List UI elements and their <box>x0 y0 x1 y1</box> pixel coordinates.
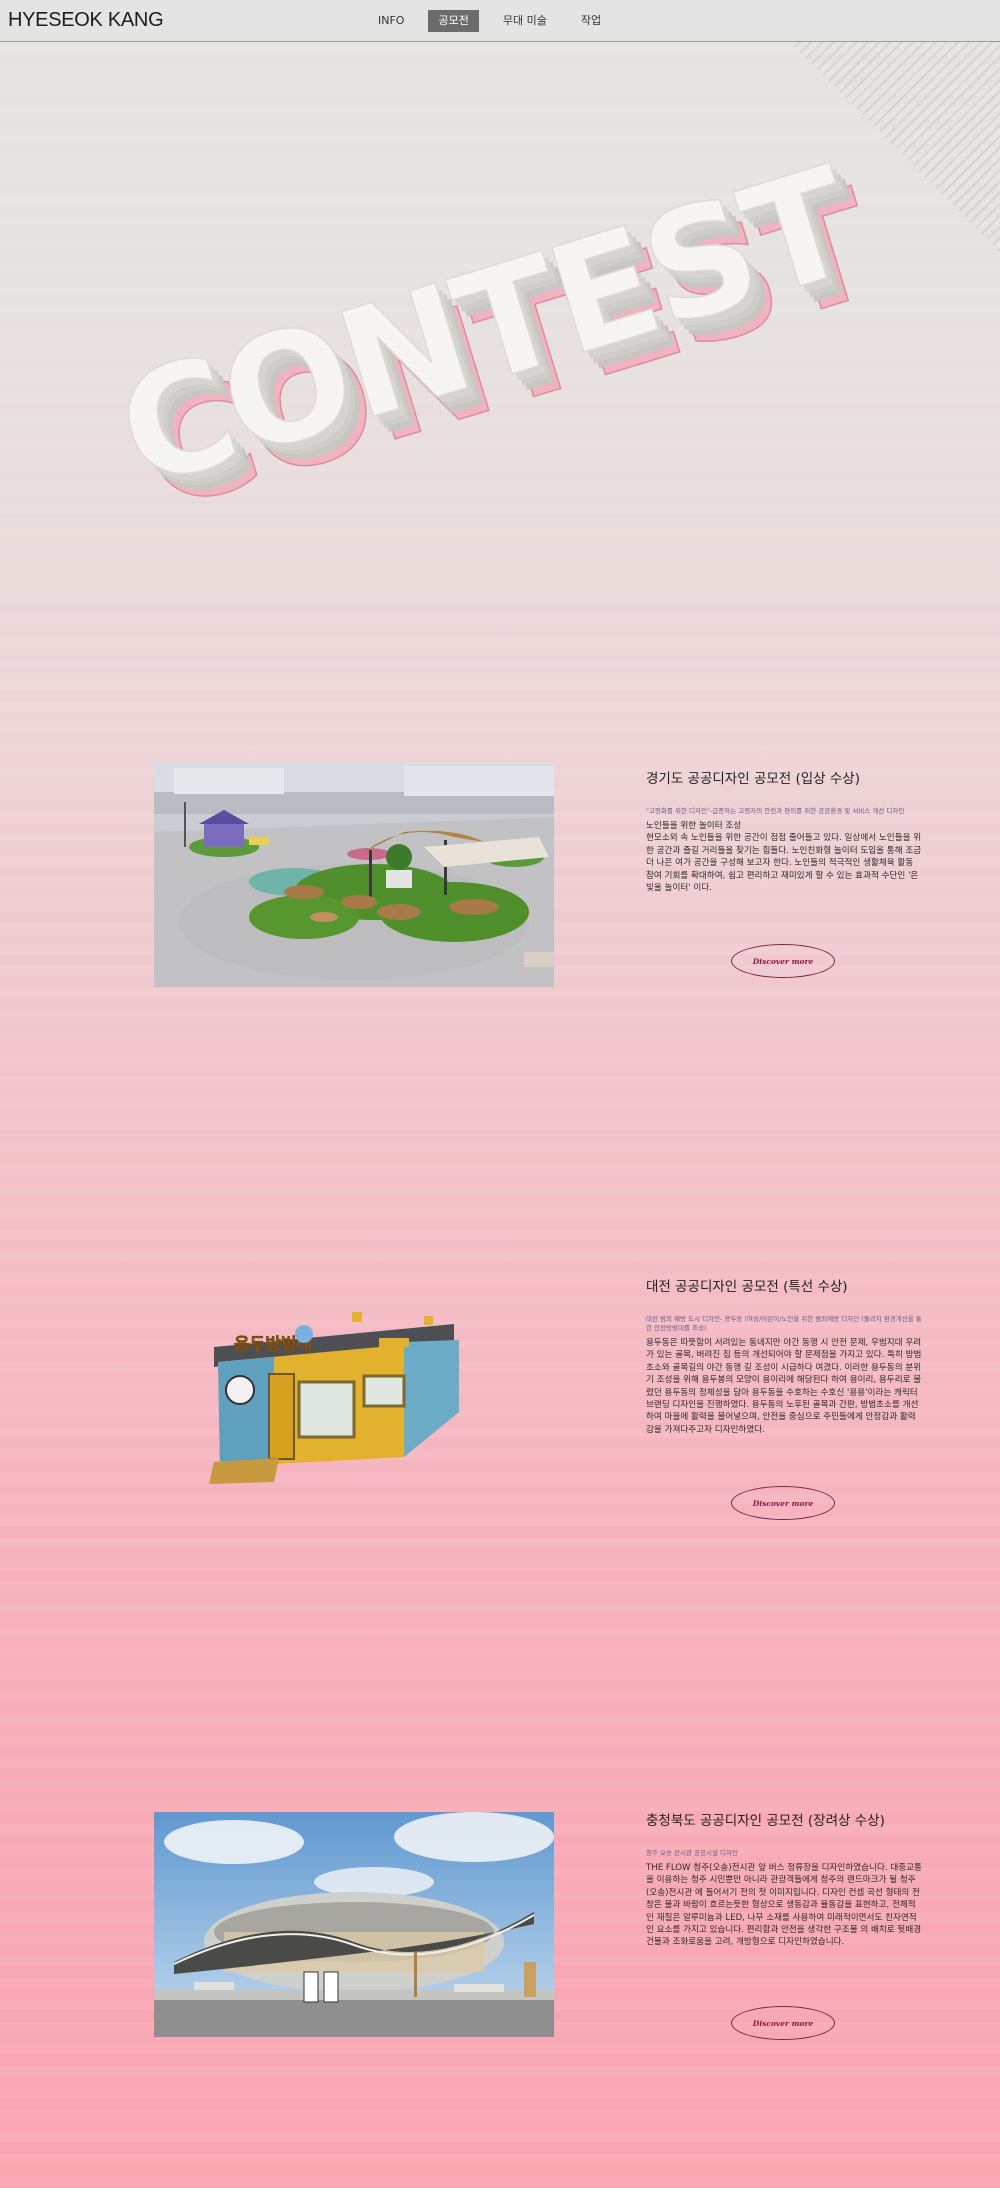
project-text: 충청북도 공공디자인 공모전 (장려상 수상) 청주 오송 전시관 공공시설 디… <box>646 1809 922 1949</box>
project-image-bus-stop[interactable] <box>154 1812 554 2037</box>
project-title: 대전 공공디자인 공모전 (특선 수상) <box>646 1279 848 1295</box>
top-navbar: HYESEOK KANG INFO 공모전 무대 미술 작업 <box>0 0 1000 42</box>
project-title: 경기도 공공디자인 공모전 (입상 수상) <box>646 771 860 787</box>
project-image-playground[interactable] <box>154 762 554 987</box>
brand-logo[interactable]: HYESEOK KANG <box>8 9 164 32</box>
project-subtitle: 대전 범죄 예방 도시 디자인- 용두동 (여성/어린이/노인을 위한 범죄예방… <box>646 1315 922 1332</box>
project-subtitle: 청주 오송 전시관 공공시설 디자인 <box>646 1849 738 1857</box>
hero-title-text: CONTEST <box>100 135 872 522</box>
nav-stage-art[interactable]: 무대 미술 <box>493 10 557 32</box>
discover-more-button[interactable]: Discover more <box>731 2006 835 2040</box>
project-text: 경기도 공공디자인 공모전 (입상 수상) "고령화를 위한 디자인"-급증하는… <box>646 767 922 894</box>
project-description: THE FLOW 청주(오송)전시관 앞 버스 정류장을 디자인하였습니다. 대… <box>646 1863 922 1948</box>
discover-more-button[interactable]: Discover more <box>731 944 835 978</box>
nav-works[interactable]: 작업 <box>571 10 611 32</box>
nav-contest[interactable]: 공모전 <box>428 10 479 32</box>
hero-contest-title: CONTEST CONTEST CONTEST CONTEST CONTEST <box>100 134 895 545</box>
hero-section: CONTEST CONTEST CONTEST CONTEST CONTEST <box>0 42 1000 662</box>
main-nav: INFO 공모전 무대 미술 작업 <box>368 10 625 32</box>
project-image-container[interactable]: 용두방범대 <box>154 1272 554 1497</box>
project-description: 용두동은 따뜻함이 서려있는 동네지만 야간 동행 시 안전 문제, 우범지대 … <box>646 1338 922 1435</box>
project-title: 충청북도 공공디자인 공모전 (장려상 수상) <box>646 1813 885 1829</box>
project-subtitle: "고령화를 위한 디자인"-급증하는 고령자의 안전과 편의를 위한 공공환경 … <box>646 807 905 815</box>
project-text: 대전 공공디자인 공모전 (특선 수상) 대전 범죄 예방 도시 디자인- 용두… <box>646 1275 922 1436</box>
discover-more-button[interactable]: Discover more <box>731 1486 835 1520</box>
nav-info[interactable]: INFO <box>368 10 414 32</box>
project-description: 노인들을 위한 놀이터 조성 현모소외 속 노인들을 위한 공간이 점점 줄어들… <box>646 821 922 894</box>
